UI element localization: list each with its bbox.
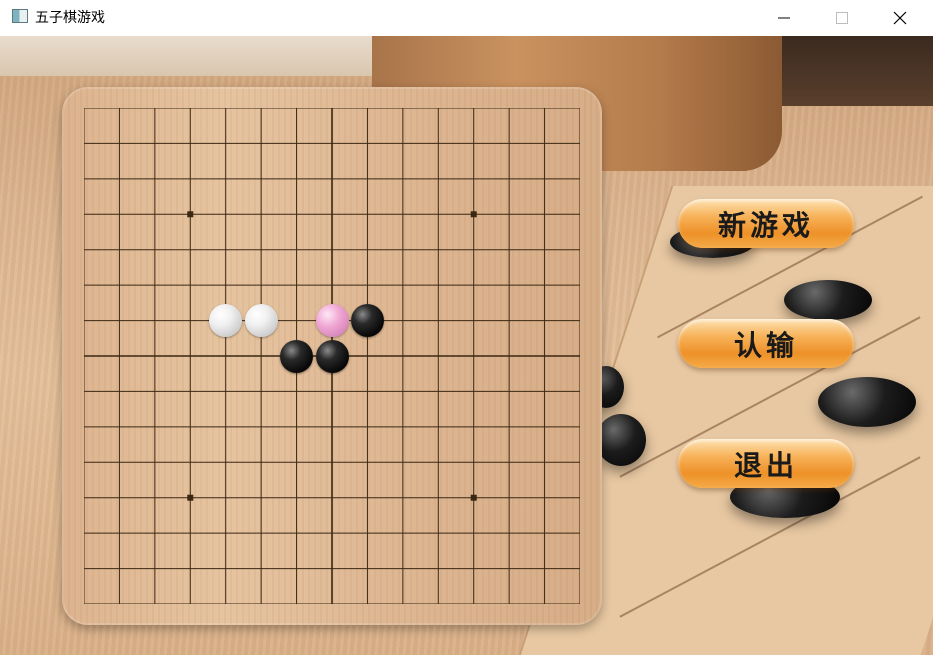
- star-point: [187, 211, 194, 218]
- background-stone: [596, 414, 646, 466]
- minimize-button[interactable]: [755, 0, 813, 36]
- window-title: 五子棋游戏: [35, 10, 105, 26]
- exit-button[interactable]: 退出: [678, 439, 854, 488]
- minimize-icon: [778, 17, 790, 19]
- star-point: [470, 494, 477, 501]
- black-stone: [280, 339, 314, 373]
- star-point: [470, 211, 477, 218]
- pink-stone: [315, 304, 349, 338]
- background-stone: [784, 280, 872, 320]
- background-stone: [818, 377, 916, 427]
- star-point: [187, 494, 194, 501]
- background-shadow: [773, 36, 933, 106]
- black-stone: [350, 304, 384, 338]
- surrender-button[interactable]: 认输: [678, 319, 854, 368]
- white-stone: [244, 304, 278, 338]
- close-icon: [893, 11, 907, 25]
- maximize-icon: [836, 12, 848, 24]
- app-icon: [12, 9, 28, 23]
- maximize-button[interactable]: [813, 0, 871, 36]
- window-title-bar: 五子棋游戏: [0, 0, 933, 36]
- black-stone: [315, 339, 349, 373]
- close-button[interactable]: [871, 0, 929, 36]
- new-game-button[interactable]: 新游戏: [678, 199, 854, 248]
